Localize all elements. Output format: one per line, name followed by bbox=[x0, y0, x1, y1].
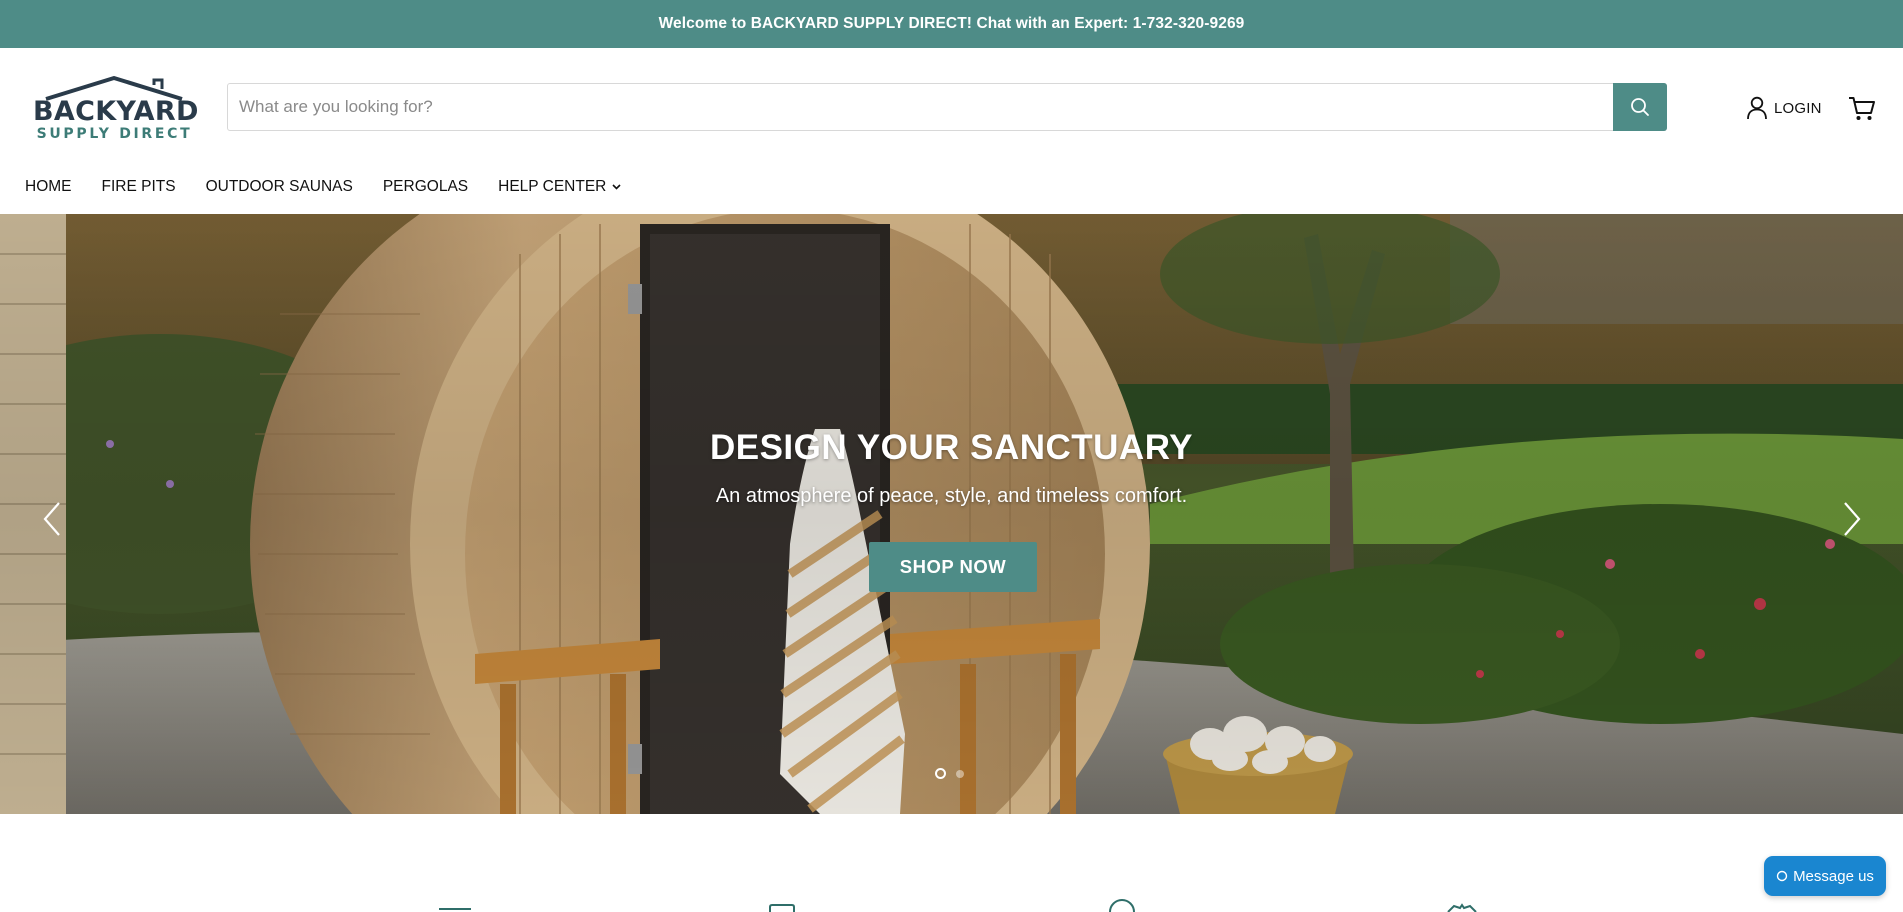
nav-item-help-center[interactable]: HELP CENTER bbox=[498, 178, 621, 196]
slide-dots bbox=[935, 768, 964, 779]
search-button[interactable] bbox=[1613, 83, 1667, 131]
nav-item-fire-pits[interactable]: FIRE PITS bbox=[102, 178, 176, 196]
brand-tagline: SUPPLY DIRECT bbox=[36, 126, 193, 142]
hero-slideshow: DESIGN YOUR SANCTUARY An atmosphere of p… bbox=[0, 214, 1903, 814]
chevron-left-icon bbox=[43, 502, 60, 536]
nav-item-pergolas[interactable]: PERGOLAS bbox=[383, 178, 468, 196]
search-input[interactable] bbox=[228, 84, 1613, 130]
chat-bubble-icon bbox=[1776, 870, 1788, 882]
nav-item-label: OUTDOOR SAUNAS bbox=[205, 178, 353, 195]
shop-now-button[interactable]: SHOP NOW bbox=[869, 542, 1037, 592]
slide-dot-1[interactable] bbox=[935, 768, 946, 779]
message-us-label: Message us bbox=[1793, 867, 1874, 885]
login-link[interactable]: LOGIN bbox=[1746, 95, 1822, 121]
user-icon bbox=[1747, 96, 1767, 120]
nav-item-home[interactable]: HOME bbox=[25, 178, 72, 196]
hero-subtitle: An atmosphere of peace, style, and timel… bbox=[715, 485, 1188, 507]
message-us-button[interactable]: Message us bbox=[1764, 856, 1886, 896]
login-label: LOGIN bbox=[1774, 99, 1822, 117]
nav-item-label: PERGOLAS bbox=[382, 178, 469, 195]
slide-dot-2[interactable] bbox=[956, 769, 964, 778]
nav-item-label: HELP CENTER bbox=[498, 178, 607, 195]
cart-icon bbox=[1849, 97, 1875, 120]
site-header: BACKYARD SUPPLY DIRECT LOGIN HOME F bbox=[0, 48, 1903, 214]
main-nav: HOME FIRE PITS OUTDOOR SAUNAS PERGOLAS H… bbox=[25, 176, 651, 198]
truck-icon bbox=[437, 898, 473, 912]
nav-item-outdoor-saunas[interactable]: OUTDOOR SAUNAS bbox=[206, 178, 353, 196]
features-row bbox=[0, 814, 1903, 912]
announcement-text: Welcome to BACKYARD SUPPLY DIRECT! Chat … bbox=[658, 15, 1245, 32]
announcement-bar: Welcome to BACKYARD SUPPLY DIRECT! Chat … bbox=[0, 0, 1903, 48]
hero-title: DESIGN YOUR SANCTUARY bbox=[709, 428, 1194, 467]
nav-item-label: HOME bbox=[25, 178, 72, 195]
brand-name: BACKYARD bbox=[33, 96, 199, 127]
cart-button[interactable] bbox=[1848, 94, 1876, 122]
chevron-down-icon bbox=[612, 184, 621, 190]
chevron-right-icon bbox=[1844, 502, 1861, 536]
slide-prev-button[interactable] bbox=[32, 494, 72, 544]
shop-now-label: SHOP NOW bbox=[899, 556, 1007, 577]
slide-next-button[interactable] bbox=[1832, 494, 1872, 544]
search-bar bbox=[227, 83, 1667, 131]
badge-icon bbox=[1444, 898, 1480, 912]
hero-image bbox=[0, 214, 1903, 814]
nav-item-label: FIRE PITS bbox=[101, 178, 176, 195]
document-icon bbox=[764, 898, 800, 912]
search-icon bbox=[1631, 98, 1649, 116]
clock-icon bbox=[1104, 898, 1140, 912]
site-logo[interactable]: BACKYARD SUPPLY DIRECT bbox=[32, 74, 199, 144]
